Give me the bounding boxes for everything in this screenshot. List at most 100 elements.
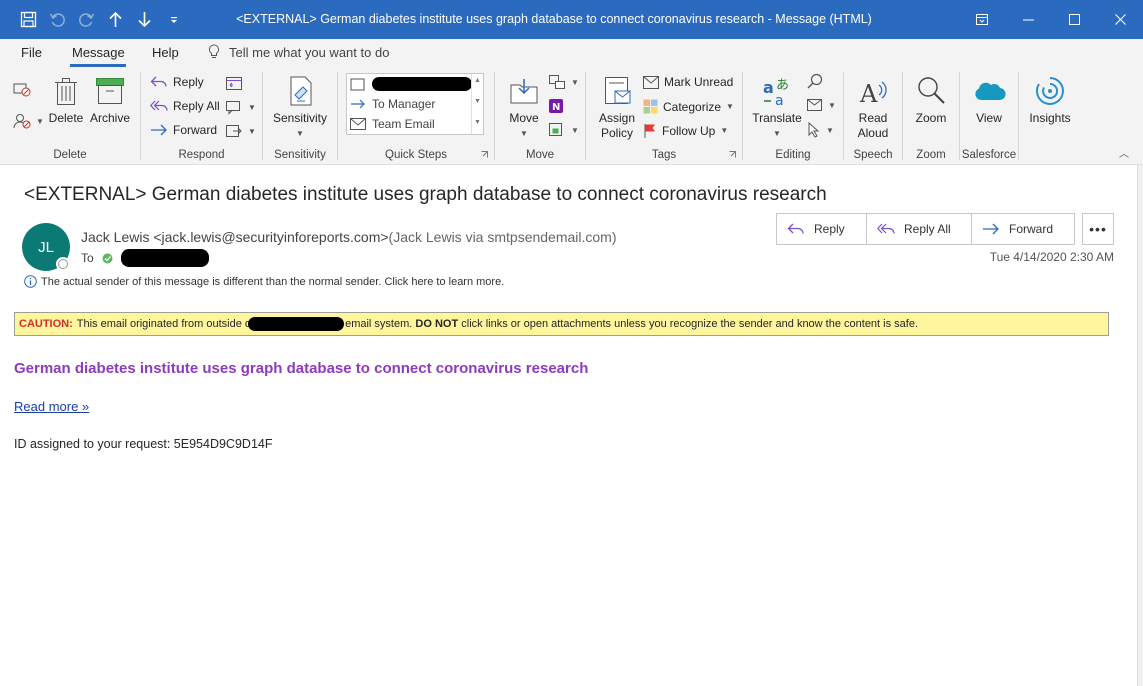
dialog-launcher-icon[interactable] bbox=[481, 151, 488, 158]
tab-file[interactable]: File bbox=[21, 45, 42, 60]
actions-button[interactable]: ▼ bbox=[548, 122, 579, 138]
ribbon-display-options-icon[interactable] bbox=[959, 0, 1005, 39]
insights-button[interactable]: Insights bbox=[1025, 71, 1075, 126]
collapse-ribbon-icon[interactable]: ︿ bbox=[1119, 145, 1129, 160]
search-icon bbox=[807, 73, 823, 89]
to-manager-label: To Manager bbox=[372, 96, 436, 111]
delete-group-label: Delete bbox=[53, 149, 87, 161]
reply-all-button[interactable]: Reply All bbox=[150, 99, 220, 113]
title-bar: <EXTERNAL> German diabetes institute use… bbox=[0, 0, 1143, 39]
archive-label: Archive bbox=[89, 111, 130, 125]
junk-button[interactable]: ▼ bbox=[13, 112, 44, 130]
policy-icon bbox=[605, 77, 631, 104]
forward-button[interactable]: Forward bbox=[150, 123, 217, 137]
related-button[interactable]: ▼ bbox=[807, 98, 836, 112]
right-edge-panel bbox=[1137, 165, 1143, 686]
request-id: ID assigned to your request: 5E954D9C9D1… bbox=[14, 437, 273, 451]
tell-me-search[interactable]: Tell me what you want to do bbox=[208, 44, 389, 60]
sender-name-email[interactable]: Jack Lewis <jack.lewis@securityinforepor… bbox=[81, 229, 389, 245]
forward-action-button[interactable]: Forward bbox=[972, 214, 1074, 244]
dialog-launcher-icon[interactable] bbox=[729, 151, 736, 158]
more-respond-button[interactable]: ▼ bbox=[225, 123, 256, 139]
maximize-button[interactable] bbox=[1051, 0, 1097, 39]
arrow-up-icon[interactable] bbox=[101, 5, 130, 35]
follow-up-button[interactable]: Follow Up ▼ bbox=[643, 123, 728, 138]
lightbulb-icon bbox=[208, 44, 220, 58]
zoom-button[interactable]: Zoom bbox=[907, 71, 955, 126]
caution-banner: CAUTION: This email originated from outs… bbox=[14, 312, 1109, 336]
delete-button[interactable]: Delete bbox=[47, 71, 85, 126]
rules-button[interactable]: ▼ bbox=[548, 74, 579, 90]
message-subject: <EXTERNAL> German diabetes institute use… bbox=[24, 184, 827, 205]
salesforce-group: View Salesforce bbox=[960, 67, 1018, 165]
categorize-icon bbox=[643, 99, 658, 114]
reply-button[interactable]: Reply bbox=[150, 75, 204, 89]
customize-qat-icon[interactable] bbox=[159, 5, 188, 35]
editing-group: aあa Translate ▼ ▼ ▼ Editing bbox=[743, 67, 843, 165]
assign-policy-button[interactable]: Assign Policy bbox=[592, 71, 642, 141]
forward-icon bbox=[151, 124, 167, 136]
sensitivity-group-label: Sensitivity bbox=[274, 149, 326, 161]
reply-all-icon bbox=[877, 223, 895, 234]
presence-indicator bbox=[56, 257, 70, 271]
redacted-org bbox=[248, 317, 345, 331]
follow-up-label: Follow Up bbox=[662, 123, 716, 138]
speech-group-label: Speech bbox=[853, 149, 893, 161]
salesforce-view-button[interactable]: View bbox=[966, 71, 1012, 126]
sensitivity-button[interactable]: Sensitivity ▼ bbox=[270, 71, 330, 141]
svg-text:A: A bbox=[859, 80, 878, 107]
info-notice-text: The actual sender of this message is dif… bbox=[41, 275, 505, 288]
insights-group: Insights bbox=[1019, 67, 1081, 165]
rules-icon bbox=[549, 75, 565, 89]
sender-info-notice[interactable]: The actual sender of this message is dif… bbox=[24, 275, 504, 288]
quick-steps-group-label: Quick Steps bbox=[385, 149, 447, 161]
translate-button[interactable]: aあa Translate ▼ bbox=[749, 71, 805, 141]
mark-unread-button[interactable]: Mark Unread bbox=[643, 75, 733, 89]
read-aloud-icon: A bbox=[859, 80, 887, 107]
quick-steps-scroll[interactable]: ▲ ▼ ▼ bbox=[471, 74, 483, 134]
sender-line[interactable]: Jack Lewis <jack.lewis@securityinforepor… bbox=[81, 229, 617, 245]
read-more-link[interactable]: Read more » bbox=[14, 399, 89, 414]
find-button[interactable] bbox=[807, 73, 823, 89]
redacted-recipient bbox=[120, 249, 209, 267]
sensitivity-label: Sensitivity bbox=[272, 111, 328, 125]
reply-all-label: Reply All bbox=[173, 99, 220, 113]
arrow-down-icon[interactable] bbox=[130, 5, 159, 35]
close-button[interactable] bbox=[1097, 0, 1143, 39]
actions-icon bbox=[549, 123, 562, 136]
archive-icon bbox=[96, 78, 124, 104]
onenote-button[interactable]: N bbox=[548, 98, 564, 114]
salesforce-cloud-icon bbox=[975, 82, 1006, 101]
sensitivity-group: Sensitivity ▼ Sensitivity bbox=[263, 67, 337, 165]
minimize-button[interactable] bbox=[1005, 0, 1051, 39]
read-aloud-button[interactable]: A Read Aloud bbox=[848, 71, 898, 141]
to-label: To bbox=[81, 251, 94, 265]
categorize-button[interactable]: Categorize ▼ bbox=[643, 99, 734, 114]
reply-action-button[interactable]: Reply bbox=[777, 214, 867, 244]
mark-unread-icon bbox=[643, 75, 659, 89]
select-button[interactable]: ▼ bbox=[807, 122, 834, 138]
quick-step-redacted[interactable] bbox=[350, 74, 472, 93]
meeting-button[interactable] bbox=[225, 75, 243, 91]
im-reply-button[interactable]: ▼ bbox=[225, 99, 256, 115]
quick-step-to-manager[interactable]: To Manager bbox=[350, 94, 435, 113]
move-group: Move ▼ ▼ N ▼ Move bbox=[495, 67, 585, 165]
tab-message[interactable]: Message bbox=[72, 45, 125, 60]
reply-all-action-button[interactable]: Reply All bbox=[867, 214, 972, 244]
forward-icon bbox=[983, 223, 999, 235]
undo-icon[interactable] bbox=[43, 5, 72, 35]
save-icon[interactable] bbox=[14, 5, 43, 35]
ignore-button[interactable] bbox=[13, 81, 31, 97]
redo-icon[interactable] bbox=[72, 5, 101, 35]
quick-step-team-email[interactable]: Team Email bbox=[350, 114, 435, 133]
move-button[interactable]: Move ▼ bbox=[503, 71, 545, 141]
forward-action-label: Forward bbox=[1009, 222, 1054, 236]
reading-pane: <EXTERNAL> German diabetes institute use… bbox=[0, 165, 1143, 686]
quick-steps-gallery: To Manager Team Email ▲ ▼ ▼ bbox=[346, 73, 484, 135]
junk-icon bbox=[13, 114, 31, 129]
archive-button[interactable]: Archive bbox=[88, 71, 132, 126]
team-email-label: Team Email bbox=[372, 116, 435, 131]
tab-help[interactable]: Help bbox=[152, 45, 179, 60]
editing-group-label: Editing bbox=[775, 149, 811, 161]
more-actions-button[interactable]: ••• bbox=[1082, 213, 1114, 245]
